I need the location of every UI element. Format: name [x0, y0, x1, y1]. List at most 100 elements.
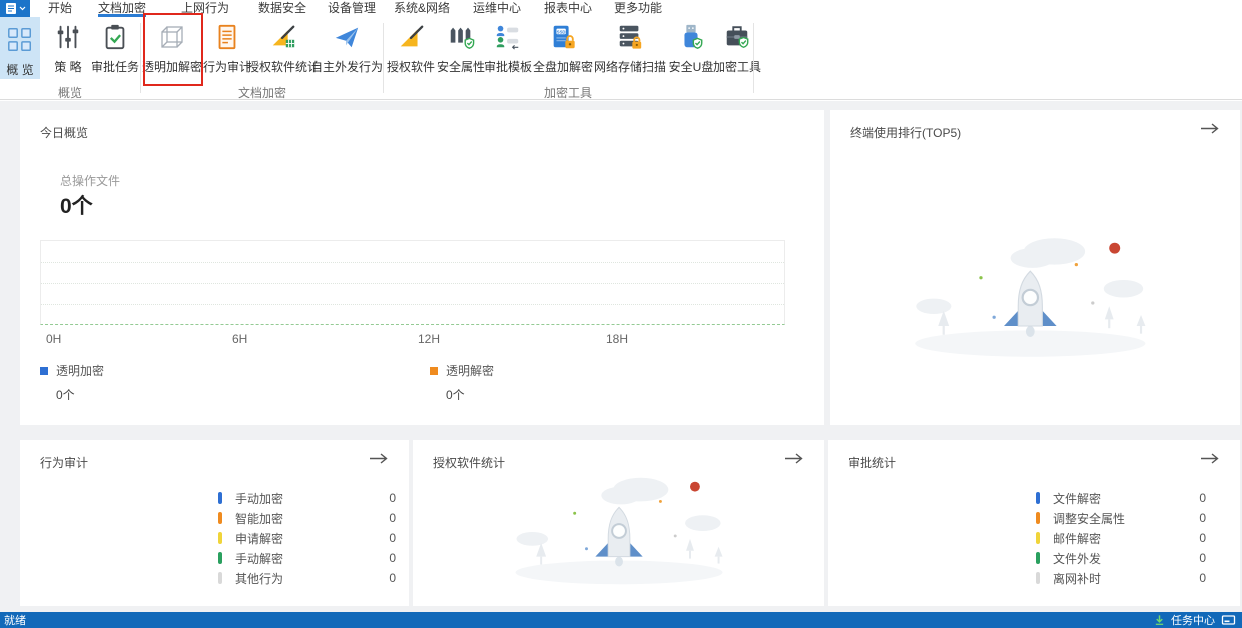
legend-row: 智能加密0: [218, 508, 396, 528]
dashboard-area: 今日概览 总操作文件 0个 0H 6H 12H 18H 透明加密 0个 透明解密…: [0, 101, 1242, 612]
ribbon-item-secure-usb[interactable]: 安全U盘: [665, 19, 717, 75]
ribbon-group-divider: [383, 23, 384, 93]
legend-marker: [430, 367, 438, 375]
legend-marker: [218, 552, 222, 564]
legend-row: 离网补时0: [1036, 568, 1206, 588]
behavior-legend-list: 手动加密0 智能加密0 申请解密0 手动解密0 其他行为0: [218, 488, 396, 588]
ribbon-item-authorized-software[interactable]: 授权软件: [385, 19, 437, 75]
legend-item-transparent-encrypt: 透明加密 0个: [40, 362, 104, 403]
legend-row: 手动解密0: [218, 548, 396, 568]
legend-marker: [218, 532, 222, 544]
ribbon-group-overview: 概览: [58, 84, 82, 101]
tab-device-management[interactable]: 设备管理: [328, 0, 376, 17]
ribbon-toolbar: 概 览 策 略 审批任务: [0, 17, 1242, 100]
tab-more-functions[interactable]: 更多功能: [614, 0, 662, 17]
legend-marker: [218, 492, 222, 504]
legend-marker: [1036, 532, 1040, 544]
empty-state-rocket-illustration: [890, 215, 1175, 380]
app-menu-button[interactable]: [0, 0, 30, 17]
legend-marker: [1036, 492, 1040, 504]
monitor-icon[interactable]: [1221, 615, 1236, 626]
status-bar: 就绪 任务中心: [0, 612, 1242, 628]
ribbon-item-network-storage-scan[interactable]: 网络存储扫描: [592, 19, 668, 75]
ribbon-item-encryption-tools[interactable]: 加密工具: [711, 19, 763, 75]
task-center-label: 任务中心: [1171, 612, 1215, 628]
menu-bar: 开始 文档加密 上网行为 数据安全 设备管理 系统&网络 运维中心 报表中心 更…: [0, 0, 1242, 17]
x-tick: 6H: [232, 332, 247, 346]
app-menu-icon: [0, 0, 30, 17]
legend-row: 调整安全属性0: [1036, 508, 1206, 528]
open-detail-arrow-icon[interactable]: [784, 452, 804, 465]
legend-item-transparent-decrypt: 透明解密 0个: [430, 362, 494, 403]
open-detail-arrow-icon[interactable]: [1200, 452, 1220, 465]
app-window: 开始 文档加密 上网行为 数据安全 设备管理 系统&网络 运维中心 报表中心 更…: [0, 0, 1242, 628]
ribbon-item-full-disk-encryption[interactable]: SSD 全盘加解密: [531, 19, 595, 75]
clipboard-check-icon: [89, 19, 141, 55]
usb-shield-icon: [665, 19, 717, 55]
toolbox-shield-icon: [711, 19, 763, 55]
legend-row: 文件解密0: [1036, 488, 1206, 508]
card-title: 终端使用排行(TOP5): [850, 124, 961, 141]
card-terminal-ranking: 终端使用排行(TOP5): [830, 110, 1240, 425]
task-center-button[interactable]: 任务中心: [1154, 612, 1236, 628]
legend-row: 手动加密0: [218, 488, 396, 508]
metric-label: 总操作文件: [60, 172, 120, 189]
tab-document-encryption[interactable]: 文档加密: [98, 0, 146, 17]
server-lock-icon: [592, 19, 668, 55]
ribbon-item-label: 概 览: [0, 61, 40, 78]
ribbon-item-approval-tasks[interactable]: 审批任务: [89, 19, 141, 75]
ribbon-group-encryption-tools: 加密工具: [544, 84, 592, 101]
card-title: 审批统计: [848, 454, 896, 471]
tab-ops-center[interactable]: 运维中心: [473, 0, 521, 17]
fence-shield-icon: [435, 19, 487, 55]
x-tick: 0H: [46, 332, 61, 346]
svg-text:SSD: SSD: [557, 29, 566, 34]
tab-system-network[interactable]: 系统&网络: [394, 0, 450, 17]
ribbon-item-security-attributes[interactable]: 安全属性: [435, 19, 487, 75]
legend-marker: [1036, 572, 1040, 584]
legend-row: 文件外发0: [1036, 548, 1206, 568]
legend-value: 0个: [56, 386, 104, 403]
metric-value: 0个: [60, 190, 93, 220]
tab-internet-behavior[interactable]: 上网行为: [181, 0, 229, 17]
open-detail-arrow-icon[interactable]: [369, 452, 389, 465]
card-title: 今日概览: [40, 124, 88, 141]
legend-value: 0个: [446, 386, 494, 403]
approval-legend-list: 文件解密0 调整安全属性0 邮件解密0 文件外发0 离网补时0: [1036, 488, 1206, 588]
cube-icon: [140, 19, 204, 55]
ribbon-item-policy[interactable]: 策 略: [48, 19, 88, 75]
legend-marker: [218, 512, 222, 524]
card-approval-stats: 审批统计 文件解密0 调整安全属性0 邮件解密0 文件外发0 离网补时0: [828, 440, 1240, 606]
card-title: 行为审计: [40, 454, 88, 471]
sliders-icon: [48, 19, 88, 55]
approval-template-icon: [482, 19, 534, 55]
empty-state-rocket-illustration: [491, 462, 751, 600]
ribbon-group-document-encryption: 文档加密: [238, 84, 286, 101]
x-tick: 18H: [606, 332, 628, 346]
x-tick: 12H: [418, 332, 440, 346]
ribbon-item-self-outgoing-behavior[interactable]: 自主外发行为: [309, 19, 385, 75]
legend-marker: [40, 367, 48, 375]
ribbon-item-approval-templates[interactable]: 审批模板: [482, 19, 534, 75]
tab-data-security[interactable]: 数据安全: [258, 0, 306, 17]
legend-marker: [1036, 552, 1040, 564]
set-square-pencil-icon: [385, 19, 437, 55]
today-area-chart: [40, 240, 785, 325]
card-software-stats: 授权软件统计: [413, 440, 824, 606]
legend-marker: [218, 572, 222, 584]
grid-icon: [0, 22, 40, 58]
legend-row: 申请解密0: [218, 528, 396, 548]
legend-row: 邮件解密0: [1036, 528, 1206, 548]
status-ready-text: 就绪: [4, 612, 26, 628]
card-today-overview: 今日概览 总操作文件 0个 0H 6H 12H 18H 透明加密 0个 透明解密…: [20, 110, 824, 425]
tab-report-center[interactable]: 报表中心: [544, 0, 592, 17]
paper-plane-icon: [309, 19, 385, 55]
ribbon-item-overview[interactable]: 概 览: [0, 17, 40, 79]
download-arrow-icon: [1154, 614, 1165, 626]
tab-start[interactable]: 开始: [48, 0, 72, 17]
ssd-lock-icon: SSD: [531, 19, 595, 55]
ribbon-group-divider: [753, 23, 754, 93]
open-detail-arrow-icon[interactable]: [1200, 122, 1220, 135]
ribbon-item-transparent-encryption[interactable]: 透明加解密: [140, 19, 204, 75]
card-behavior-audit: 行为审计 手动加密0 智能加密0 申请解密0 手动解密0 其他行为0: [20, 440, 409, 606]
